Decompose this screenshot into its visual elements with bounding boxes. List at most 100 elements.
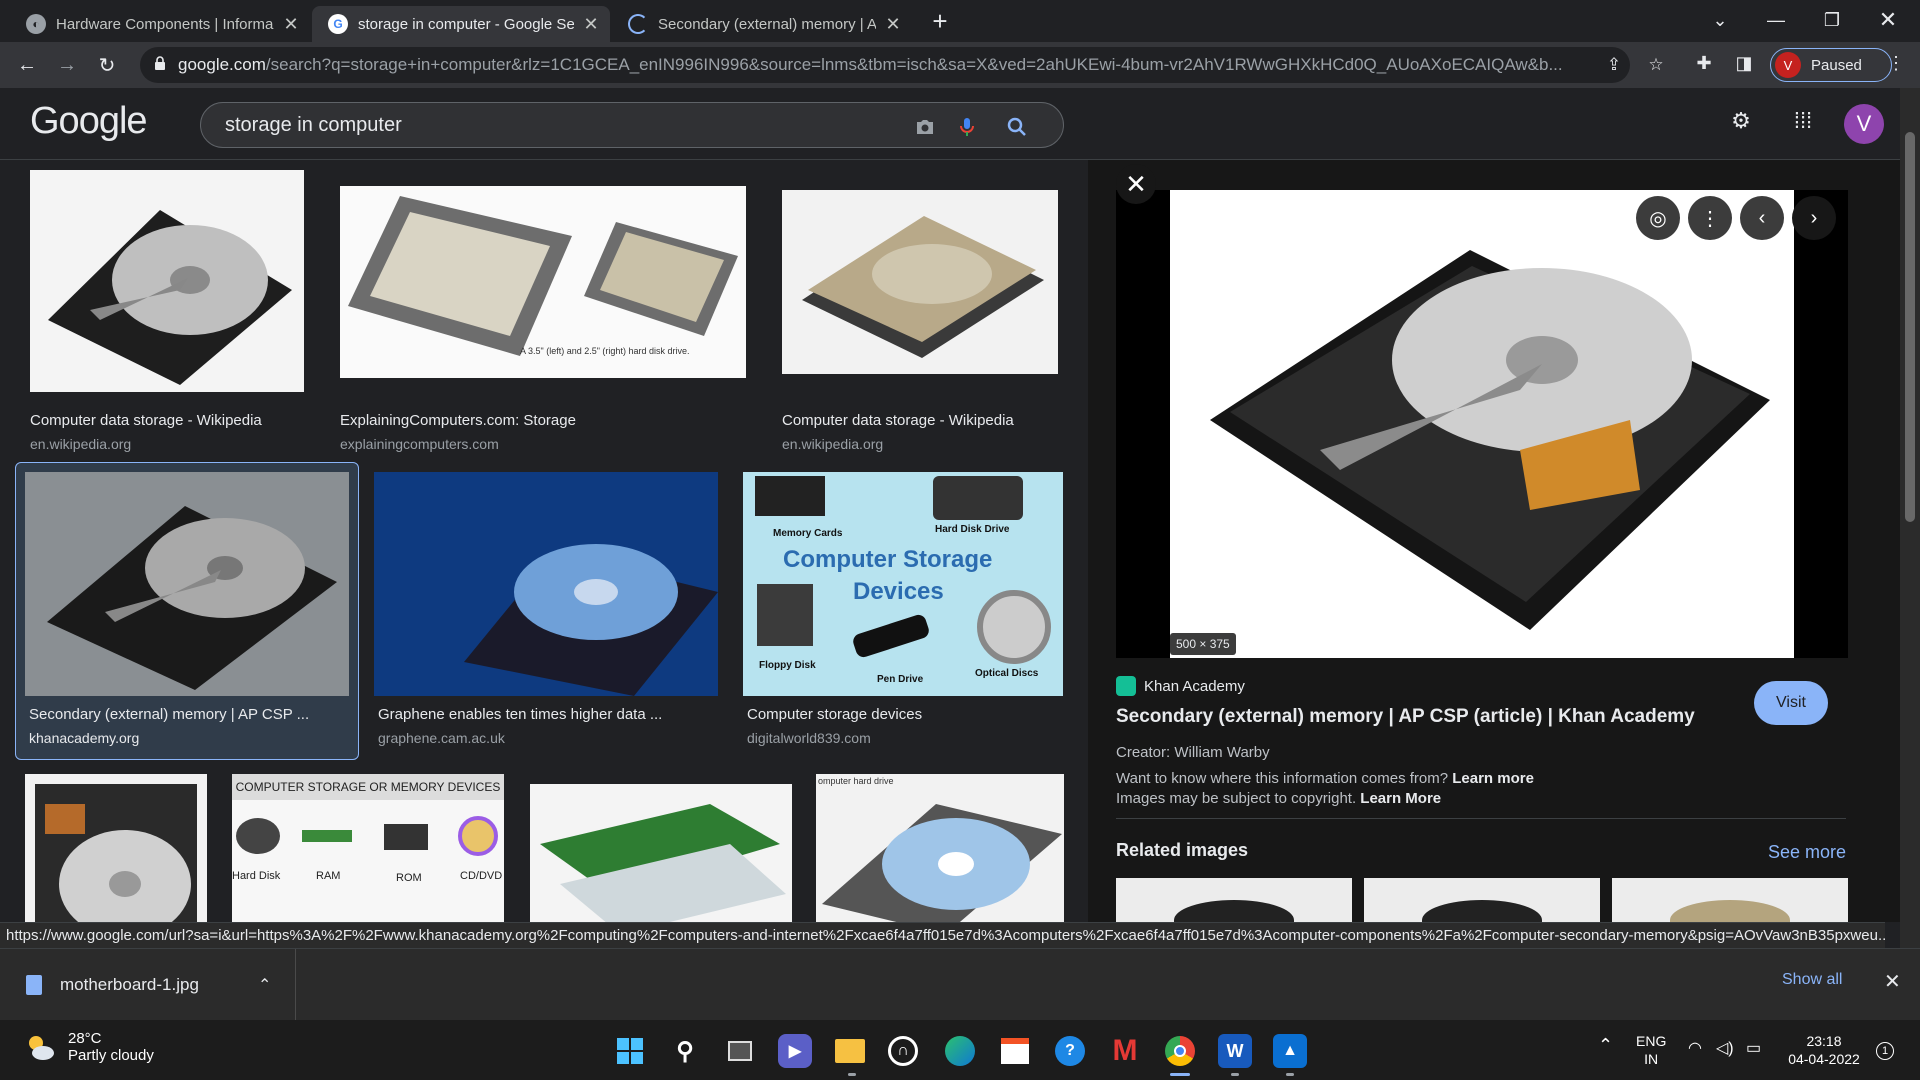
close-tab-icon[interactable]: ✕	[884, 14, 902, 35]
edge-browser-icon[interactable]	[943, 1034, 977, 1068]
chrome-menu-icon[interactable]: ⋮	[1884, 53, 1908, 77]
bookmark-star-icon[interactable]: ☆	[1646, 55, 1666, 75]
start-windows-icon[interactable]	[613, 1034, 647, 1068]
next-image-icon[interactable]: ›	[1792, 196, 1836, 240]
file-explorer-icon[interactable]	[833, 1034, 867, 1068]
task-view-icon[interactable]	[723, 1034, 757, 1068]
scrollbar-thumb[interactable]	[1905, 132, 1915, 522]
forward-button[interactable]: →	[50, 48, 84, 82]
result-thumbnail[interactable]: COMPUTER STORAGE OR MEMORY DEVICES Hard …	[232, 774, 504, 922]
result-thumbnail[interactable]: A 3.5" (left) and 2.5" (right) hard disk…	[340, 186, 746, 378]
learn-more-link-2[interactable]: Learn More	[1360, 790, 1441, 807]
chrome-taskbar-icon[interactable]	[1163, 1034, 1197, 1068]
result-thumbnail[interactable]	[530, 784, 792, 922]
close-preview-icon[interactable]: ✕	[1116, 164, 1156, 204]
mcafee-icon[interactable]: M	[1108, 1034, 1142, 1068]
close-shelf-icon[interactable]: ✕	[1884, 969, 1901, 994]
language-indicator[interactable]: ENG IN	[1636, 1032, 1666, 1068]
result-thumbnail[interactable]	[30, 170, 304, 392]
lens-search-icon[interactable]: ◎	[1636, 196, 1680, 240]
search-icon[interactable]	[1005, 115, 1029, 139]
result-thumbnail[interactable]	[25, 774, 207, 922]
wifi-icon[interactable]: ◠	[1688, 1040, 1702, 1058]
battery-icon[interactable]: ▭	[1746, 1040, 1761, 1058]
search-taskbar-icon[interactable]: ⚲	[668, 1034, 702, 1068]
new-tab-button[interactable]: +	[924, 6, 956, 38]
more-options-icon[interactable]: ⋮	[1688, 196, 1732, 240]
volume-icon[interactable]: ◁)	[1716, 1040, 1734, 1058]
result-thumbnail[interactable]	[25, 472, 349, 696]
weather-widget[interactable]: 28°C Partly cloudy	[24, 1030, 154, 1064]
share-icon[interactable]: ⇪	[1604, 55, 1624, 75]
teams-chat-icon[interactable]: ▶	[778, 1034, 812, 1068]
clock[interactable]: 23:18 04-04-2022	[1786, 1032, 1862, 1068]
microphone-icon[interactable]	[955, 115, 979, 139]
back-button[interactable]: ←	[10, 48, 44, 82]
close-tab-icon[interactable]: ✕	[582, 14, 600, 35]
microsoft-store-icon[interactable]	[998, 1034, 1032, 1068]
related-thumbnail[interactable]	[1364, 878, 1600, 922]
word-icon[interactable]: W	[1218, 1034, 1252, 1068]
hard-drive-image	[48, 210, 292, 385]
restore-button[interactable]: ❐	[1804, 0, 1860, 40]
result-thumbnail[interactable]: omputer hard drive	[816, 774, 1064, 922]
extensions-puzzle-icon[interactable]: ✚	[1692, 53, 1716, 77]
lock-icon	[155, 56, 165, 70]
visit-button[interactable]: Visit	[1754, 681, 1828, 725]
tab-search-chevron-icon[interactable]: ⌄	[1692, 0, 1748, 40]
learn-more-link[interactable]: Learn more	[1452, 770, 1534, 787]
preview-image	[1170, 190, 1794, 658]
show-hidden-icons-chevron[interactable]: ⌃	[1598, 1036, 1613, 1054]
image-caption-text: A 3.5" (left) and 2.5" (right) hard disk…	[520, 346, 690, 356]
result-thumbnail[interactable]	[374, 472, 718, 696]
result-caption[interactable]: Secondary (external) memory | AP CSP ...	[29, 706, 309, 723]
side-panel-icon[interactable]: ◨	[1732, 53, 1756, 77]
result-source: digitalworld839.com	[747, 730, 871, 746]
reload-button[interactable]: ↻	[90, 48, 124, 82]
result-thumbnail[interactable]: Memory Cards Hard Disk Drive Computer St…	[743, 472, 1063, 696]
minimize-button[interactable]: —	[1748, 0, 1804, 40]
close-tab-icon[interactable]: ✕	[282, 14, 300, 35]
source-name[interactable]: Khan Academy	[1144, 678, 1245, 695]
previous-image-icon[interactable]: ‹	[1740, 196, 1784, 240]
see-more-link[interactable]: See more	[1768, 842, 1846, 863]
pen-drive-image	[851, 612, 931, 660]
close-window-button[interactable]: ✕	[1860, 0, 1916, 40]
photos-icon[interactable]: ▲	[1273, 1034, 1307, 1068]
app-icon[interactable]: ∩	[888, 1036, 918, 1066]
related-thumbnail[interactable]	[1116, 878, 1352, 922]
google-logo[interactable]: Google	[30, 100, 148, 143]
result-caption[interactable]: Computer data storage - Wikipedia	[30, 412, 262, 429]
region-code: IN	[1644, 1051, 1659, 1067]
image-dimensions: 500 × 375	[1170, 633, 1236, 655]
copyright-line: Images may be subject to copyright. Lear…	[1116, 790, 1441, 807]
result-caption[interactable]: Computer data storage - Wikipedia	[782, 412, 1014, 429]
result-thumbnail[interactable]	[782, 190, 1058, 374]
search-query: storage in computer	[225, 113, 402, 136]
camera-search-icon[interactable]	[913, 115, 937, 139]
page-scrollbar[interactable]	[1900, 88, 1920, 948]
download-item[interactable]: motherboard-1.jpg ⌃	[0, 949, 296, 1021]
preview-title[interactable]: Secondary (external) memory | AP CSP (ar…	[1116, 706, 1695, 728]
result-caption[interactable]: Graphene enables ten times higher data .…	[378, 706, 662, 723]
apps-grid-icon[interactable]: ⁞⁞⁞	[1788, 108, 1818, 138]
image-header-text: omputer hard drive	[818, 776, 894, 786]
preview-image-frame[interactable]	[1116, 190, 1848, 658]
chevron-up-icon[interactable]: ⌃	[258, 975, 271, 995]
notification-count-badge[interactable]: 1	[1876, 1042, 1894, 1060]
settings-gear-icon[interactable]: ⚙	[1726, 108, 1756, 138]
profile-button[interactable]: V Paused	[1770, 48, 1892, 82]
tab-hardware-components[interactable]: ◐ Hardware Components | Informa ✕	[10, 6, 310, 42]
related-thumbnail[interactable]	[1612, 878, 1848, 922]
result-caption[interactable]: ExplainingComputers.com: Storage	[340, 412, 576, 429]
address-bar[interactable]: google.com/search?q=storage+in+computer&…	[140, 47, 1630, 83]
tab-google-search[interactable]: G storage in computer - Google Se ✕	[312, 6, 610, 42]
image-preview-panel: ✕ ◎ ⋮ ‹ ›	[1088, 160, 1900, 922]
result-caption[interactable]: Computer storage devices	[747, 706, 922, 723]
profile-avatar: V	[1775, 52, 1801, 78]
result-source: explainingcomputers.com	[340, 436, 499, 452]
account-avatar[interactable]: V	[1844, 104, 1884, 144]
search-input[interactable]: storage in computer	[200, 102, 1064, 148]
help-app-icon[interactable]: ?	[1053, 1034, 1087, 1068]
tab-secondary-memory[interactable]: Secondary (external) memory | Al ✕	[612, 6, 912, 42]
